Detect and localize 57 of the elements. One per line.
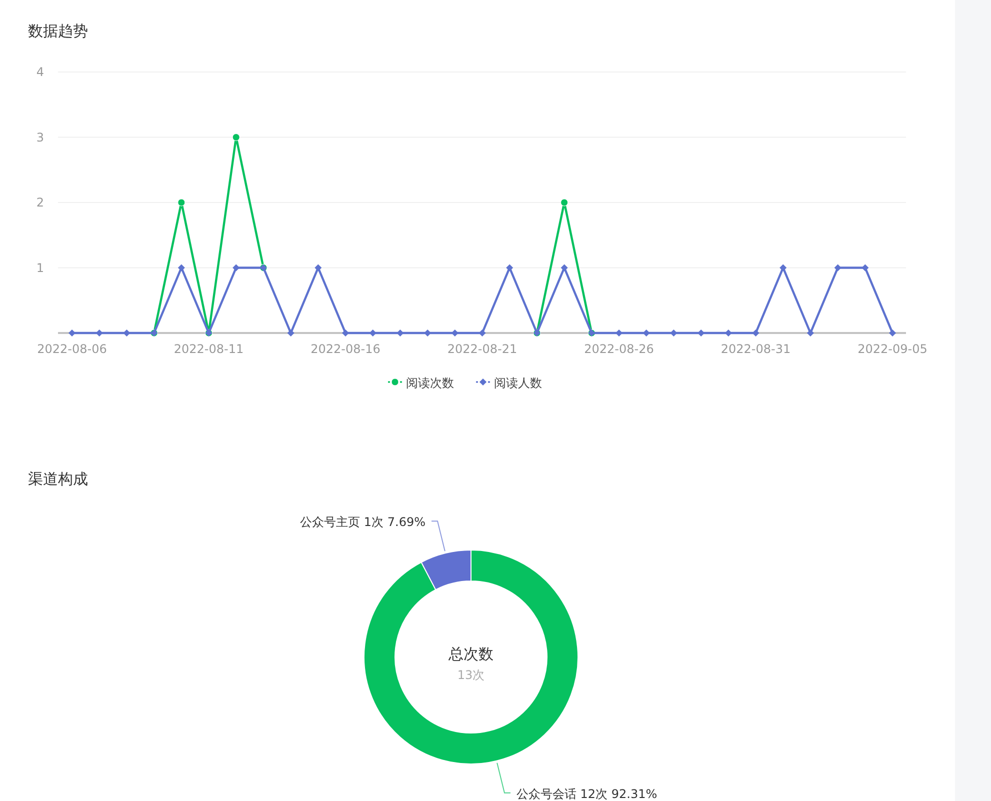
axis-tick-label: 1 bbox=[36, 260, 44, 275]
data-point bbox=[68, 330, 76, 336]
data-point bbox=[889, 330, 896, 336]
data-point bbox=[314, 264, 322, 272]
leader-line bbox=[496, 762, 511, 794]
slice-label: 公众号会话 12次 92.31% bbox=[516, 786, 658, 801]
data-point bbox=[178, 198, 186, 206]
center-title: 总次数 bbox=[448, 645, 494, 663]
legend-label[interactable]: 阅读次数 bbox=[406, 376, 454, 390]
legend-key-icon bbox=[476, 378, 490, 386]
axis-tick-label: 2022-08-06 bbox=[37, 342, 107, 356]
axis-tick-label: 4 bbox=[36, 65, 44, 79]
data-point bbox=[96, 330, 103, 336]
data-point bbox=[205, 330, 212, 336]
data-point bbox=[560, 198, 568, 206]
data-point bbox=[150, 330, 158, 336]
slice-label: 公众号主页 1次 7.69% bbox=[300, 515, 426, 530]
data-point bbox=[698, 330, 705, 336]
data-point bbox=[670, 330, 678, 336]
data-point bbox=[780, 264, 787, 272]
data-point bbox=[752, 330, 760, 336]
legend-key-icon bbox=[388, 378, 402, 386]
leader-line bbox=[431, 520, 446, 552]
data-point bbox=[260, 264, 267, 272]
section-title: 数据趋势 bbox=[28, 22, 88, 40]
data-point bbox=[806, 330, 814, 336]
data-point bbox=[862, 264, 869, 272]
axis-tick-label: 2 bbox=[36, 196, 44, 210]
data-point bbox=[506, 264, 514, 272]
data-point bbox=[369, 330, 376, 336]
data-point bbox=[342, 330, 349, 336]
axis-tick-label: 2022-08-26 bbox=[584, 342, 654, 356]
legend-label[interactable]: 阅读人数 bbox=[494, 376, 542, 390]
data-point bbox=[424, 330, 432, 336]
axis-tick-label: 2022-08-16 bbox=[310, 342, 380, 356]
data-point bbox=[642, 330, 650, 336]
axis-tick-label: 3 bbox=[36, 130, 44, 144]
data-point bbox=[834, 264, 842, 272]
data-point bbox=[123, 330, 130, 336]
data-point bbox=[232, 264, 240, 272]
axis-tick-label: 2022-08-11 bbox=[174, 342, 244, 356]
data-point bbox=[178, 264, 185, 272]
data-point bbox=[533, 330, 540, 336]
center-value: 13次 bbox=[457, 668, 485, 682]
data-point bbox=[287, 330, 294, 336]
axis-tick-label: 2022-08-31 bbox=[720, 342, 791, 356]
data-point bbox=[478, 330, 486, 336]
data-point bbox=[396, 330, 404, 336]
axis-tick-label: 2022-09-05 bbox=[858, 342, 928, 356]
section-title: 渠道构成 bbox=[28, 470, 88, 488]
data-point bbox=[616, 330, 622, 336]
data-point bbox=[560, 264, 568, 272]
data-point bbox=[232, 134, 240, 141]
axis-tick-label: 2022-08-21 bbox=[447, 342, 518, 356]
data-point bbox=[588, 330, 596, 336]
data-point bbox=[724, 330, 732, 336]
data-point bbox=[451, 330, 458, 336]
